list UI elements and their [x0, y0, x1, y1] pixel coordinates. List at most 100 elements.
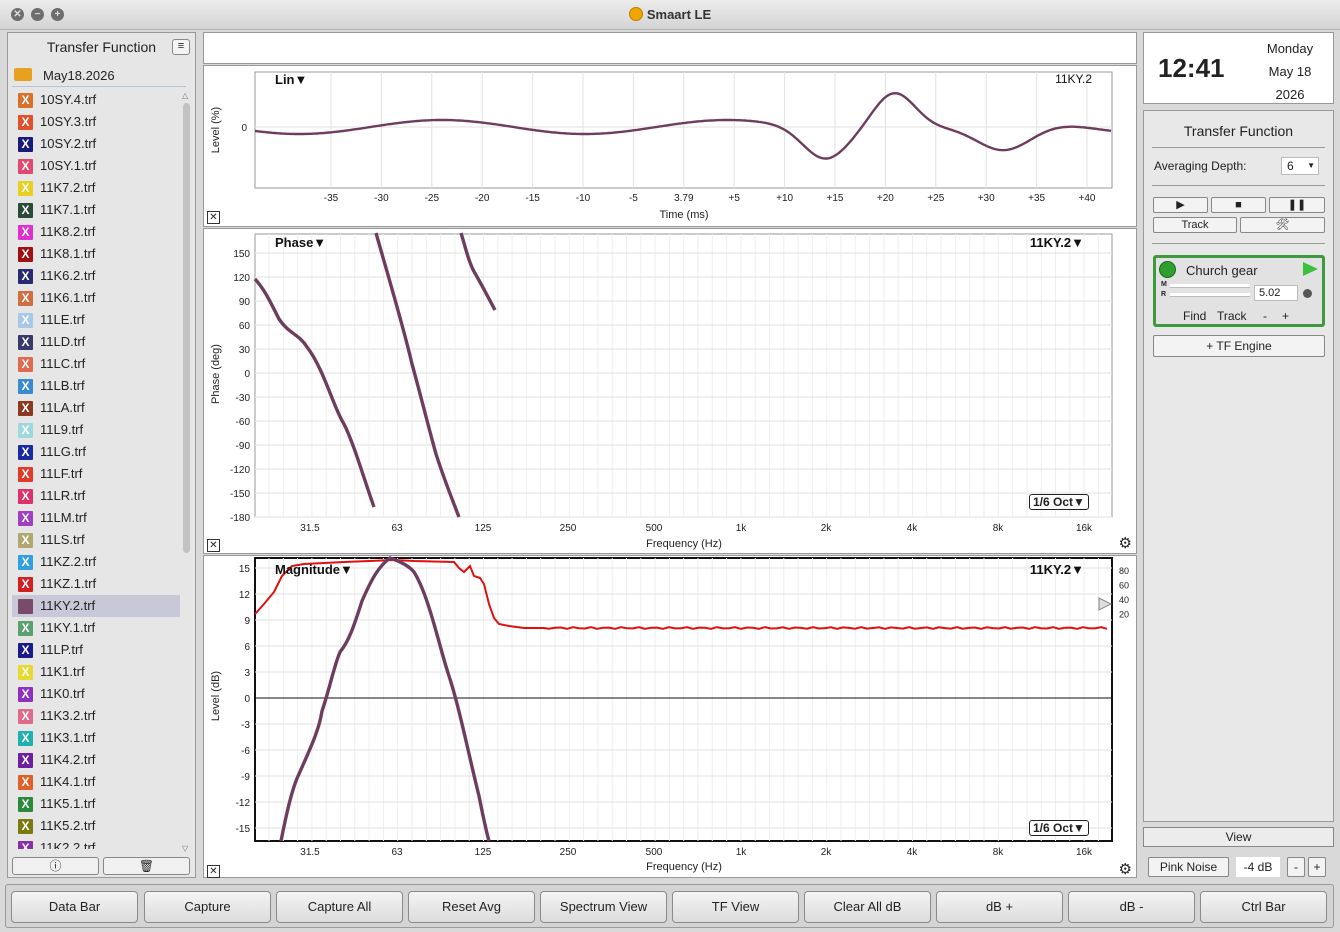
file-list[interactable]: X 10SY.4.trf X 10SY.3.trf X 10SY.2.trf X 10SY.1…	[12, 89, 180, 849]
magnitude-mode-selector[interactable]: Magnitude▼	[275, 562, 353, 577]
spectrum-view-button[interactable]: Spectrum View	[540, 891, 667, 923]
impulse-response-pane[interactable]: -35 -30 -25 -20 -15 -10 -5 3.79 +5 +10 +15 +20 +25 +3…	[203, 65, 1137, 227]
pink-level-plus-button[interactable]: +	[1308, 857, 1326, 877]
file-item[interactable]: X 10SY.1.trf	[12, 155, 180, 177]
y-tick-label: 3	[244, 668, 250, 679]
file-item[interactable]: X 11LR.trf	[12, 485, 180, 507]
file-item[interactable]: X 10SY.2.trf	[12, 133, 180, 155]
pink-noise-button[interactable]: Pink Noise	[1148, 857, 1229, 877]
delay-minus-button[interactable]: -	[1263, 309, 1267, 323]
gear-icon[interactable]: ⚙	[1119, 862, 1132, 877]
clock: 12:41 Monday May 18 2026	[1143, 32, 1334, 104]
file-item[interactable]: X 11K4.1.trf	[12, 771, 180, 793]
file-item[interactable]: X 11K2.2.trf	[12, 837, 180, 849]
file-item[interactable]: X 11K7.1.trf	[12, 199, 180, 221]
file-item[interactable]: X 11K6.1.trf	[12, 287, 180, 309]
reset-avg-button[interactable]: Reset Avg	[408, 891, 535, 923]
measurement-engine[interactable]: Church gear M R 5.02 Find Track - +	[1153, 255, 1325, 327]
file-item[interactable]: X 11K8.1.trf	[12, 243, 180, 265]
add-tf-engine-button[interactable]: + TF Engine	[1153, 335, 1325, 357]
magnitude-smoothing-selector[interactable]: 1/6 Oct▼	[1029, 820, 1089, 836]
coherence-tick-label: 20	[1119, 610, 1129, 620]
scroll-down-icon[interactable]: ▽	[182, 844, 188, 853]
file-item[interactable]: X 11LA.trf	[12, 397, 180, 419]
coherence-tick-label: 40	[1119, 595, 1129, 605]
phase-plot[interactable]: 150 120 90 60 30 0 -30 -60 -90 -120 -150 -180 31.5 63…	[204, 229, 1138, 555]
close-pane-button[interactable]: ✕	[207, 539, 220, 552]
capture-button[interactable]: Capture	[144, 891, 271, 923]
delay-plus-button[interactable]: +	[1282, 309, 1289, 323]
file-item[interactable]: X 11LB.trf	[12, 375, 180, 397]
capture-all-button[interactable]: Capture All	[276, 891, 403, 923]
file-name: 11KY.1.trf	[40, 620, 96, 635]
play-button[interactable]: ▶	[1153, 197, 1208, 213]
info-button[interactable]: ⓘ	[12, 857, 99, 875]
averaging-depth-select[interactable]: 6 ▼	[1281, 157, 1319, 175]
db-plus-button[interactable]: dB +	[936, 891, 1063, 923]
view-button[interactable]: View	[1143, 827, 1334, 847]
clear-all-db-button[interactable]: Clear All dB	[804, 891, 931, 923]
file-item[interactable]: X 11K5.2.trf	[12, 815, 180, 837]
delay-field[interactable]: 5.02	[1254, 285, 1298, 301]
folder-row[interactable]: May18.2026	[12, 63, 186, 87]
file-item[interactable]: X 11K5.1.trf	[12, 793, 180, 815]
impulse-plot[interactable]: -35 -30 -25 -20 -15 -10 -5 3.79 +5 +10 +15 +20 +25 +3…	[204, 66, 1138, 228]
file-item[interactable]: X 11K0.trf	[12, 683, 180, 705]
file-list-scrollbar[interactable]: △ ▽	[182, 91, 192, 853]
magnitude-trace-selector[interactable]: 11KY.2▼	[1030, 562, 1084, 577]
file-item[interactable]: X 11K8.2.trf	[12, 221, 180, 243]
pink-noise-level: -4 dB	[1236, 857, 1280, 877]
file-item[interactable]: X 11K6.2.trf	[12, 265, 180, 287]
record-dot-icon[interactable]	[1303, 289, 1312, 298]
file-item[interactable]: X 11K1.trf	[12, 661, 180, 683]
stop-button[interactable]: ■	[1211, 197, 1266, 213]
file-item[interactable]: X 11LS.trf	[12, 529, 180, 551]
file-name: 11K0.trf	[40, 686, 85, 701]
file-item[interactable]: X 11LD.trf	[12, 331, 180, 353]
file-item[interactable]: X 11K7.2.trf	[12, 177, 180, 199]
track-button[interactable]: Track	[1153, 217, 1237, 233]
file-item[interactable]: X 11LF.trf	[12, 463, 180, 485]
file-item[interactable]: 11KY.2.trf	[12, 595, 180, 617]
close-pane-button[interactable]: ✕	[207, 865, 220, 878]
file-item[interactable]: X 11LE.trf	[12, 309, 180, 331]
pause-button[interactable]: ❚❚	[1269, 197, 1325, 213]
ctrl-bar-button[interactable]: Ctrl Bar	[1200, 891, 1327, 923]
file-item[interactable]: X 11LM.trf	[12, 507, 180, 529]
file-item[interactable]: X 11LG.trf	[12, 441, 180, 463]
file-item[interactable]: X 11K3.1.trf	[12, 727, 180, 749]
magnitude-plot[interactable]: 15129630-3-6-9-12-158060402031.5 63 125 250…	[204, 556, 1138, 879]
phase-trace-selector[interactable]: 11KY.2▼	[1030, 235, 1084, 250]
gear-icon[interactable]: ⚙	[1119, 536, 1132, 551]
tf-view-button[interactable]: TF View	[672, 891, 799, 923]
impulse-mode-selector[interactable]: Lin▼	[275, 72, 307, 87]
panel-menu-button[interactable]: ≡	[172, 39, 190, 55]
data-bar-button[interactable]: Data Bar	[11, 891, 138, 923]
file-item[interactable]: X 11KZ.1.trf	[12, 573, 180, 595]
tools-button[interactable]: 🛠	[1240, 217, 1325, 233]
file-item[interactable]: X 11K3.2.trf	[12, 705, 180, 727]
file-item[interactable]: X 11K4.2.trf	[12, 749, 180, 771]
file-item[interactable]: X 11KY.1.trf	[12, 617, 180, 639]
command-bar: Data Bar Capture Capture All Reset Avg S…	[5, 884, 1334, 928]
phase-smoothing-selector[interactable]: 1/6 Oct▼	[1029, 494, 1089, 510]
file-item[interactable]: X 11LP.trf	[12, 639, 180, 661]
scrollbar-thumb[interactable]	[183, 103, 190, 553]
file-item[interactable]: X 11LC.trf	[12, 353, 180, 375]
find-button[interactable]: Find	[1183, 309, 1206, 323]
file-item[interactable]: X 10SY.4.trf	[12, 89, 180, 111]
phase-pane[interactable]: 150 120 90 60 30 0 -30 -60 -90 -120 -150 -180 31.5 63…	[203, 228, 1137, 554]
pink-level-minus-button[interactable]: -	[1287, 857, 1305, 877]
close-pane-button[interactable]: ✕	[207, 211, 220, 224]
db-minus-button[interactable]: dB -	[1068, 891, 1195, 923]
engine-status-led[interactable]	[1159, 261, 1176, 278]
file-item[interactable]: X 11L9.trf	[12, 419, 180, 441]
phase-mode-selector[interactable]: Phase▼	[275, 235, 326, 250]
magnitude-pane[interactable]: 15 12 9 6 3 0 -3 -6 -9 -12 -15 80 60 40 20 31.5 63 125 250…	[203, 555, 1137, 878]
file-item[interactable]: X 11KZ.2.trf	[12, 551, 180, 573]
file-item[interactable]: X 10SY.3.trf	[12, 111, 180, 133]
engine-play-icon[interactable]	[1303, 262, 1318, 276]
track-delay-button[interactable]: Track	[1217, 309, 1247, 323]
scroll-up-icon[interactable]: △	[182, 91, 188, 100]
trash-button[interactable]: 🗑	[103, 857, 190, 875]
